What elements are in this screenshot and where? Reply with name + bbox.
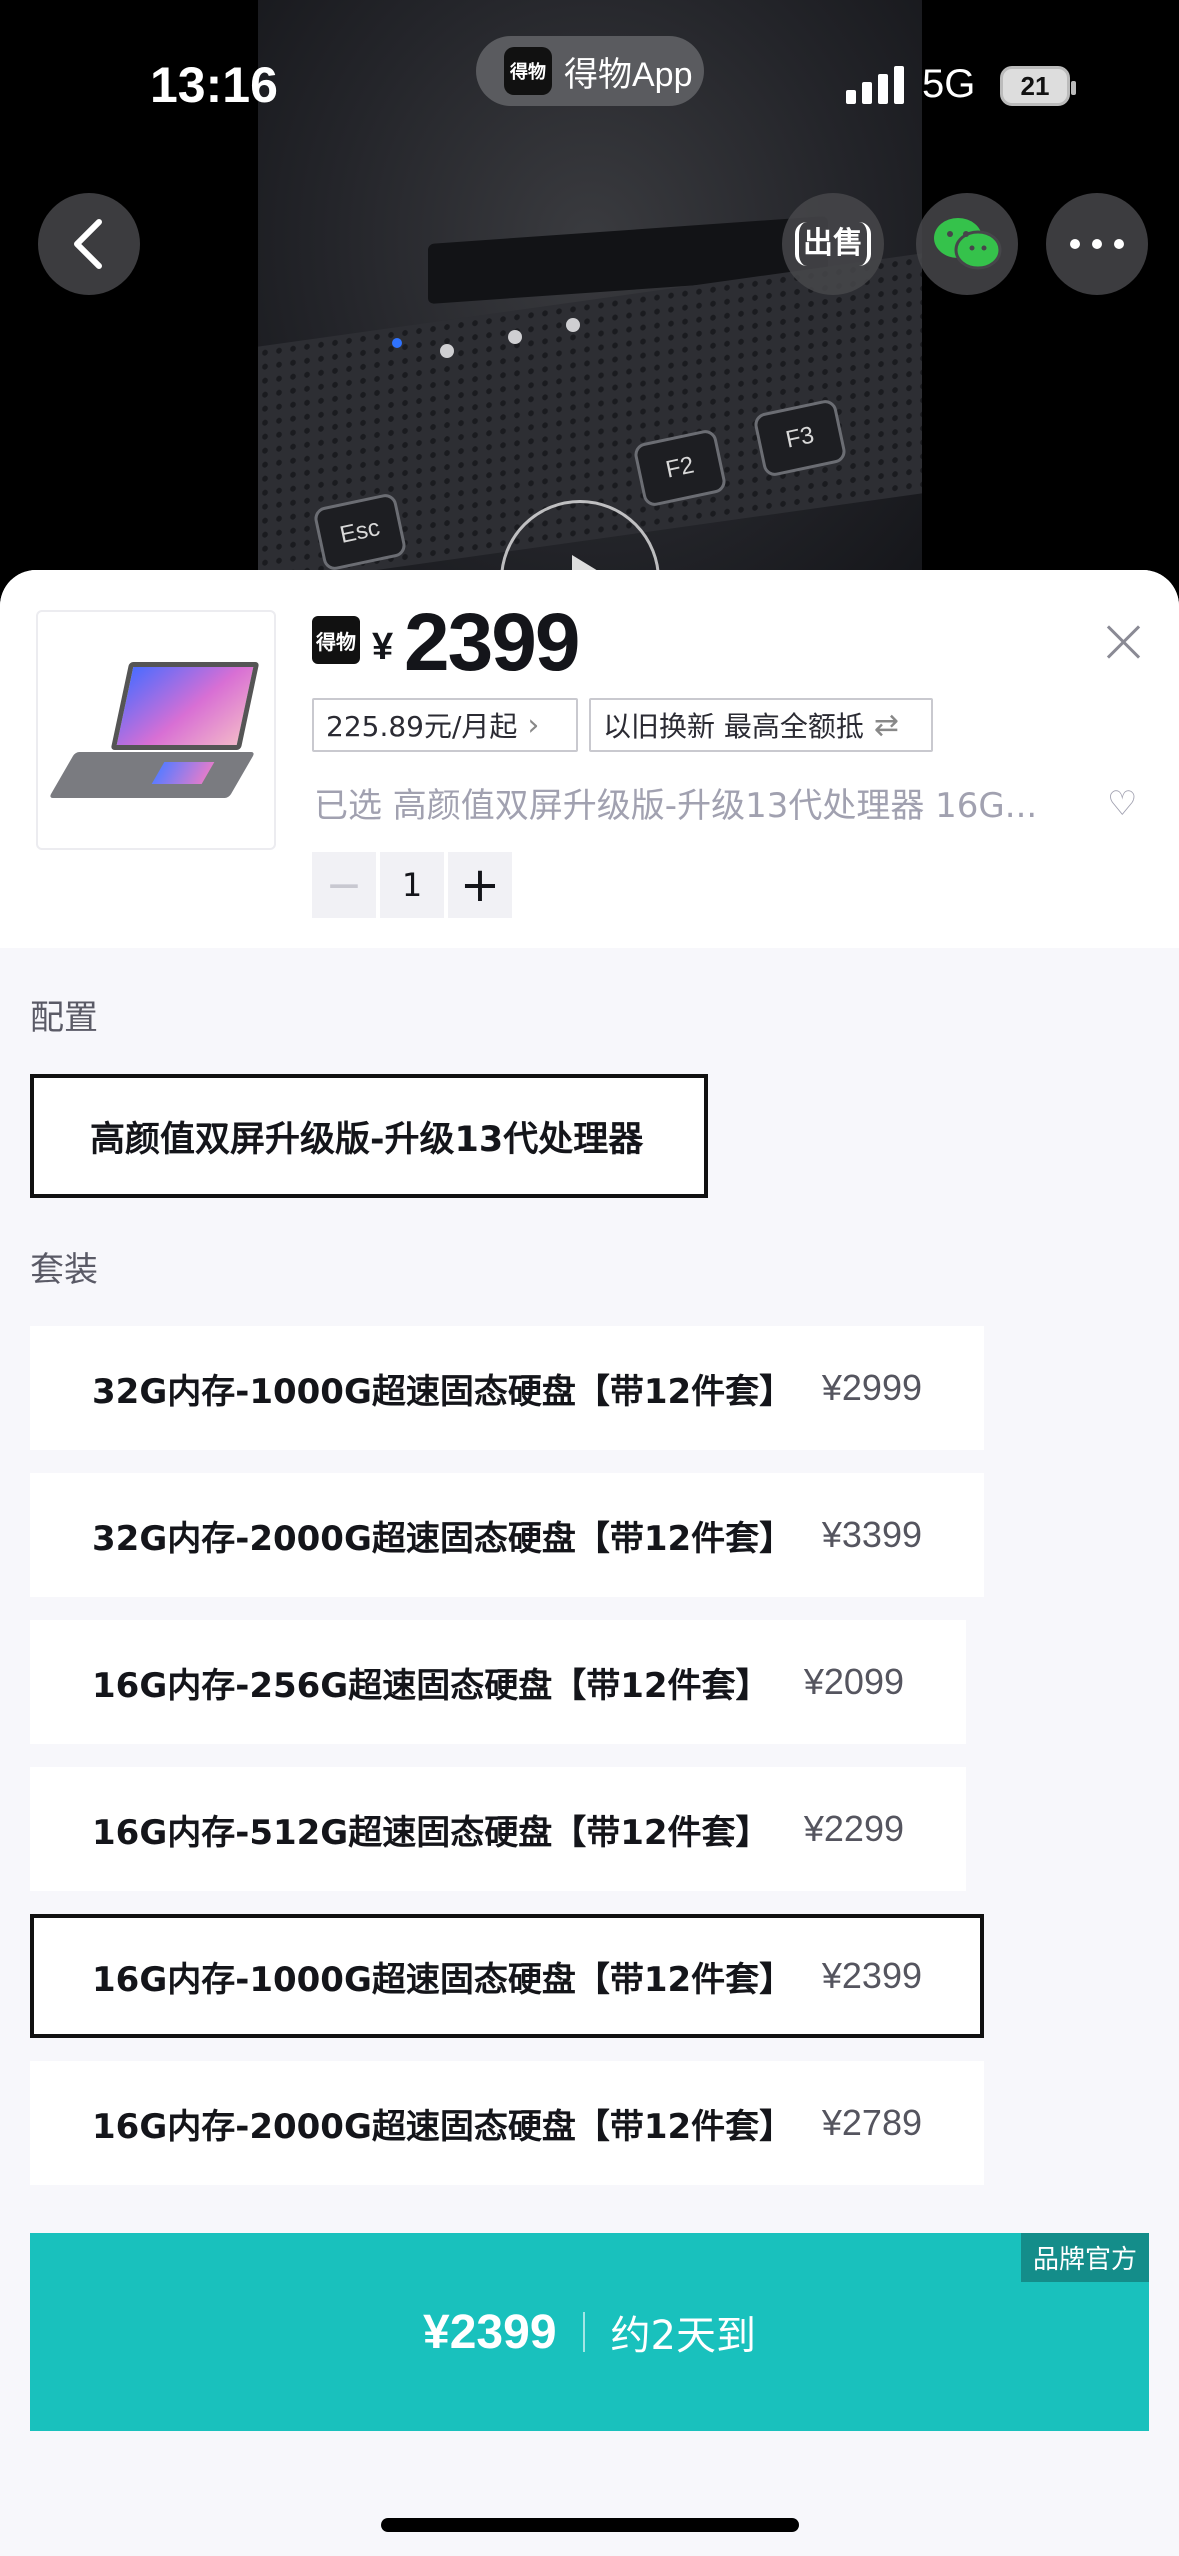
product-thumbnail[interactable] — [36, 610, 276, 850]
home-indicator[interactable] — [381, 2518, 799, 2532]
exchange-icon: ⇄ — [873, 707, 900, 743]
led-indicator — [566, 318, 580, 332]
buy-button[interactable]: ¥2399 约2天到 品牌官方 — [30, 2233, 1149, 2431]
wechat-icon — [934, 218, 1002, 270]
close-icon[interactable] — [1104, 622, 1144, 662]
official-brand-tag: 品牌官方 — [1020, 2233, 1149, 2282]
battery-level: 21 — [1020, 70, 1050, 101]
network-type: 5G — [922, 62, 976, 106]
sheet-header: 得物 ¥ 2399 225.89元/月起 › 以旧换新 最高全额抵 ⇄ 已选 高… — [0, 570, 1179, 948]
brand-badge: 得物 — [312, 616, 360, 664]
selected-summary: 已选 高颜值双屏升级版-升级13代处理器 16G... — [314, 786, 1038, 826]
bundle-option-name: 16G内存-512G超速固态硬盘【带12件套】 — [92, 1812, 770, 1853]
dewu-logo-icon: 得物 — [504, 47, 552, 95]
led-indicator — [508, 330, 522, 344]
led-indicator — [392, 338, 402, 348]
increase-button[interactable]: + — [448, 852, 512, 918]
more-dots-icon — [1070, 239, 1124, 249]
bundle-option[interactable]: 32G内存-2000G超速固态硬盘【带12件套】 ¥3399 — [30, 1473, 984, 1597]
product-price: 2399 — [404, 597, 580, 688]
app-name: 得物App — [564, 55, 693, 94]
back-button[interactable] — [38, 193, 140, 295]
sell-button[interactable]: 出售 — [782, 193, 884, 295]
chevron-right-icon: › — [527, 707, 540, 743]
config-section-label: 配置 — [30, 998, 98, 1038]
led-indicator — [440, 344, 454, 358]
bundle-option-price: ¥2399 — [821, 1955, 922, 1996]
bundle-option-price: ¥2099 — [803, 1661, 904, 1702]
bundle-option[interactable]: 32G内存-1000G超速固态硬盘【带12件套】 ¥2999 — [30, 1326, 984, 1450]
sku-selector-sheet: 得物 ¥ 2399 225.89元/月起 › 以旧换新 最高全额抵 ⇄ 已选 高… — [0, 570, 1179, 2556]
bundle-section-label: 套装 — [30, 1250, 98, 1290]
bundle-option-name: 16G内存-256G超速固态硬盘【带12件套】 — [92, 1665, 770, 1706]
status-time: 13:16 — [150, 57, 278, 113]
config-option-name: 高颜值双屏升级版-升级13代处理器 — [90, 1119, 644, 1160]
decrease-button[interactable]: − — [312, 852, 376, 918]
chevron-left-icon — [74, 219, 102, 269]
laptop-screen — [110, 662, 260, 750]
tradein-text: 以旧换新 最高全额抵 — [603, 710, 864, 743]
bundle-option-price: ¥2299 — [803, 1808, 904, 1849]
bundle-option-name: 32G内存-1000G超速固态硬盘【带12件套】 — [92, 1371, 794, 1412]
bundle-option-price: ¥2999 — [821, 1367, 922, 1408]
bundle-option-price: ¥3399 — [821, 1514, 922, 1555]
installment-chip[interactable]: 225.89元/月起 › — [312, 698, 578, 752]
bundle-option[interactable]: 16G内存-2000G超速固态硬盘【带12件套】 ¥2789 — [30, 2061, 984, 2185]
quantity-value: 1 — [380, 852, 444, 918]
wechat-share-button[interactable] — [916, 193, 1018, 295]
more-button[interactable] — [1046, 193, 1148, 295]
installment-text: 225.89元/月起 — [326, 710, 518, 743]
battery-icon: 21 — [1000, 66, 1076, 106]
bundle-option-price: ¥2789 — [821, 2102, 922, 2143]
currency-symbol: ¥ — [372, 626, 394, 668]
favorite-heart-icon[interactable]: ♡ — [1107, 784, 1137, 824]
config-option[interactable]: 高颜值双屏升级版-升级13代处理器 — [30, 1074, 708, 1198]
signal-icon — [846, 64, 904, 104]
bundle-option-name: 16G内存-1000G超速固态硬盘【带12件套】 — [92, 1959, 794, 2000]
bundle-option[interactable]: 16G内存-512G超速固态硬盘【带12件套】 ¥2299 — [30, 1767, 966, 1891]
quantity-stepper[interactable]: − 1 + — [312, 852, 512, 918]
bundle-option-name: 16G内存-2000G超速固态硬盘【带12件套】 — [92, 2106, 794, 2147]
sell-label: 出售 — [795, 222, 871, 266]
bundle-option[interactable]: 16G内存-256G超速固态硬盘【带12件套】 ¥2099 — [30, 1620, 966, 1744]
bundle-option-name: 32G内存-2000G超速固态硬盘【带12件套】 — [92, 1518, 794, 1559]
delivery-eta: 约2天到 — [610, 2313, 756, 2359]
tradein-chip[interactable]: 以旧换新 最高全额抵 ⇄ — [589, 698, 933, 752]
bundle-option[interactable]: 16G内存-1000G超速固态硬盘【带12件套】 ¥2399 — [30, 1914, 984, 2038]
return-to-app-pill[interactable]: 得物 得物App — [476, 36, 704, 106]
laptop-base — [48, 752, 256, 798]
buy-price: ¥2399 — [423, 2305, 557, 2359]
buy-divider — [582, 2312, 585, 2352]
